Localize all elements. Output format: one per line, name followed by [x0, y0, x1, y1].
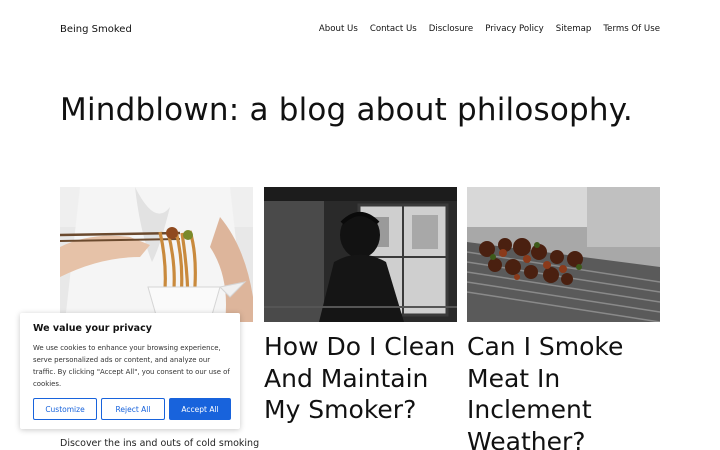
post-excerpt: Discover the ins and outs of cold smokin…	[60, 438, 260, 449]
nav-disclosure[interactable]: Disclosure	[429, 24, 473, 34]
cookie-consent-banner: We value your privacy We use cookies to …	[20, 313, 240, 429]
post-title[interactable]: Can I Smoke Meat In Inclement Weather?	[467, 331, 660, 450]
page-title: Mindblown: a blog about philosophy.	[60, 92, 633, 128]
cookie-banner-title: We value your privacy	[33, 323, 152, 334]
nav-contact-us[interactable]: Contact Us	[370, 24, 417, 34]
reject-all-button[interactable]: Reject All	[101, 398, 165, 420]
site-title[interactable]: Being Smoked	[60, 24, 132, 35]
site-header: Being Smoked About Us Contact Us Disclos…	[0, 0, 720, 60]
post-title[interactable]: How Do I Clean And Maintain My Smoker?	[264, 331, 457, 426]
post-thumbnail-noodles[interactable]	[60, 187, 253, 322]
nav-about-us[interactable]: About Us	[319, 24, 358, 34]
primary-nav: About Us Contact Us Disclosure Privacy P…	[319, 24, 660, 34]
nav-sitemap[interactable]: Sitemap	[556, 24, 592, 34]
post-thumbnail-grill[interactable]	[467, 187, 660, 322]
nav-terms-of-use[interactable]: Terms Of Use	[603, 24, 660, 34]
customize-button[interactable]: Customize	[33, 398, 97, 420]
nav-privacy-policy[interactable]: Privacy Policy	[485, 24, 544, 34]
post-card: How Do I Clean And Maintain My Smoker?	[264, 187, 457, 426]
post-card: Can I Smoke Meat In Inclement Weather?	[467, 187, 660, 450]
cookie-banner-actions: Customize Reject All Accept All	[33, 398, 231, 420]
post-card	[60, 187, 253, 322]
post-thumbnail-person-window[interactable]	[264, 187, 457, 322]
cookie-banner-text: We use cookies to enhance your browsing …	[33, 344, 230, 388]
accept-all-button[interactable]: Accept All	[169, 398, 231, 420]
